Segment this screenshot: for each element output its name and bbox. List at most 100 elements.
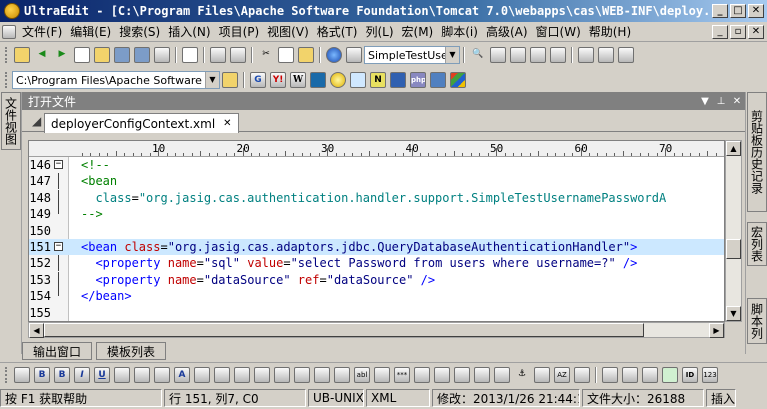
insert-object-icon[interactable] xyxy=(574,366,590,383)
fold-toggle-icon[interactable]: − xyxy=(54,160,63,169)
menu-view[interactable]: 视图(V) xyxy=(263,23,313,40)
frame-icon[interactable] xyxy=(474,366,490,383)
page-setup-icon[interactable] xyxy=(182,47,198,63)
minimize-button[interactable]: _ xyxy=(712,4,728,18)
bold-tag-icon[interactable]: B xyxy=(54,366,70,383)
menu-advanced[interactable]: 高级(A) xyxy=(482,23,532,40)
radio-button-icon[interactable] xyxy=(454,366,470,383)
insert-image-icon[interactable] xyxy=(14,366,30,383)
bold-icon[interactable]: B xyxy=(34,366,50,383)
chevron-down-icon[interactable]: ▼ xyxy=(445,47,459,63)
code-line[interactable]: 150 xyxy=(29,223,724,239)
doc-minimize-button[interactable]: _ xyxy=(712,24,728,39)
find-in-files-icon[interactable] xyxy=(550,47,566,63)
scroll-left-button[interactable]: ◀ xyxy=(29,323,44,338)
print-icon[interactable] xyxy=(154,47,170,63)
windows-icon[interactable] xyxy=(450,72,466,88)
menu-column[interactable]: 列(L) xyxy=(361,23,397,40)
align-right-icon[interactable] xyxy=(254,366,270,383)
close-icon[interactable]: ✕ xyxy=(729,96,745,107)
yahoo-search-icon[interactable]: Y! xyxy=(270,72,286,88)
table-sort-icon[interactable] xyxy=(534,366,550,383)
msdn-icon[interactable] xyxy=(310,72,326,88)
browser-globe-icon[interactable] xyxy=(326,47,342,63)
menu-edit[interactable]: 编辑(E) xyxy=(66,23,115,40)
copy-icon[interactable] xyxy=(278,47,294,63)
list-icon[interactable] xyxy=(114,366,130,383)
python-docs-icon[interactable] xyxy=(430,72,446,88)
horizontal-rule-icon[interactable] xyxy=(314,366,330,383)
password-field-icon[interactable]: *** xyxy=(394,366,410,383)
code-line[interactable]: 149 --> xyxy=(29,206,724,222)
code-line[interactable]: 147 <bean xyxy=(29,173,724,190)
find-icon[interactable]: 🔍 xyxy=(470,47,486,63)
script-list-tab[interactable]: 脚本列 xyxy=(747,298,767,344)
tab-list-icon[interactable]: ◢ xyxy=(32,114,41,128)
table-cell-icon[interactable] xyxy=(642,366,658,383)
menu-format[interactable]: 格式(T) xyxy=(313,23,362,40)
vertical-scrollbar[interactable]: ▲ ▼ xyxy=(725,140,742,322)
tab-template-list[interactable]: 模板列表 xyxy=(96,342,167,360)
anchor-icon[interactable]: ⚓ xyxy=(514,367,530,383)
menu-file[interactable]: 文件(F) xyxy=(18,23,66,40)
ftp-icon[interactable] xyxy=(346,47,362,63)
menu-search[interactable]: 搜索(S) xyxy=(115,23,164,40)
menu-project[interactable]: 项目(P) xyxy=(215,23,264,40)
form-icon[interactable] xyxy=(414,366,430,383)
font-icon[interactable]: A xyxy=(174,366,190,383)
paste-icon[interactable] xyxy=(298,47,314,63)
clipboard-history-tab[interactable]: 剪贴板历史记录 xyxy=(747,92,767,212)
maximize-button[interactable]: □ xyxy=(730,4,746,18)
save-all-icon[interactable] xyxy=(134,47,150,63)
menu-macro[interactable]: 宏(M) xyxy=(398,23,438,40)
fold-toggle-icon[interactable]: − xyxy=(54,242,63,251)
ultraedit-app-icon[interactable] xyxy=(4,3,20,19)
doc-close-button[interactable]: ✕ xyxy=(748,24,764,39)
close-tab-icon[interactable]: ✕ xyxy=(223,118,231,129)
toolbar-grip[interactable] xyxy=(5,47,9,63)
chevron-down-icon[interactable]: ▼ xyxy=(205,72,219,88)
window-cascade-icon[interactable] xyxy=(598,47,614,63)
horizontal-scrollbar[interactable]: ◀ ▶ xyxy=(28,322,725,338)
macro-list-tab[interactable]: 宏列表 xyxy=(747,222,767,266)
new-file-icon[interactable] xyxy=(74,47,90,63)
id-icon[interactable]: ID xyxy=(682,366,698,383)
text-field-icon[interactable]: abl xyxy=(354,366,370,383)
code-line[interactable]: 151− <bean class="org.jasig.cas.adaptors.… xyxy=(29,239,724,255)
open-file-icon[interactable] xyxy=(94,47,110,63)
pin-icon[interactable]: ⊥ xyxy=(713,96,729,107)
doc-restore-button[interactable]: ▫ xyxy=(730,24,746,39)
numbered-list-icon[interactable] xyxy=(154,366,170,383)
code-line[interactable]: 148 class="org.jasig.cas.authentication.… xyxy=(29,189,724,206)
menu-insert[interactable]: 插入(N) xyxy=(164,23,214,40)
bullet-list-icon[interactable] xyxy=(134,366,150,383)
italic-icon[interactable]: I xyxy=(74,366,90,383)
window-tile-icon[interactable] xyxy=(578,47,594,63)
window-arrange-icon[interactable] xyxy=(618,47,634,63)
lightbulb-icon[interactable] xyxy=(330,72,346,88)
code-line[interactable]: 152 <property name="sql" value="select P… xyxy=(29,255,724,272)
perl-docs-icon[interactable] xyxy=(390,72,406,88)
cut-icon[interactable]: ✂ xyxy=(258,47,274,63)
number-format-icon[interactable]: 123 xyxy=(702,366,718,383)
hex-mode-icon[interactable] xyxy=(230,47,246,63)
n-docs-icon[interactable]: N xyxy=(370,72,386,88)
code-line[interactable]: 154 </bean> xyxy=(29,288,724,304)
back-arrow-icon[interactable]: ◀ xyxy=(34,47,50,63)
code-editor[interactable]: 1020304050607080 146−<!--147<bean148 cla… xyxy=(28,140,725,322)
replace-icon[interactable] xyxy=(530,47,546,63)
scroll-right-button[interactable]: ▶ xyxy=(709,323,724,338)
menu-script[interactable]: 脚本(i) xyxy=(437,23,482,40)
word-wrap-icon[interactable] xyxy=(210,47,226,63)
table-row-icon[interactable] xyxy=(622,366,638,383)
status-insert-mode[interactable]: 插入 xyxy=(706,389,736,407)
paragraph-icon[interactable] xyxy=(294,366,310,383)
php-docs-icon[interactable]: php xyxy=(410,72,426,88)
code-line[interactable]: 155 xyxy=(29,305,724,321)
find-next-icon[interactable] xyxy=(490,47,506,63)
document-menu-icon[interactable] xyxy=(2,24,16,39)
validate-icon[interactable] xyxy=(662,366,678,383)
toolbar-grip[interactable] xyxy=(5,72,9,88)
align-left-icon[interactable] xyxy=(214,366,230,383)
code-line[interactable]: 146− <!-- xyxy=(29,157,724,173)
